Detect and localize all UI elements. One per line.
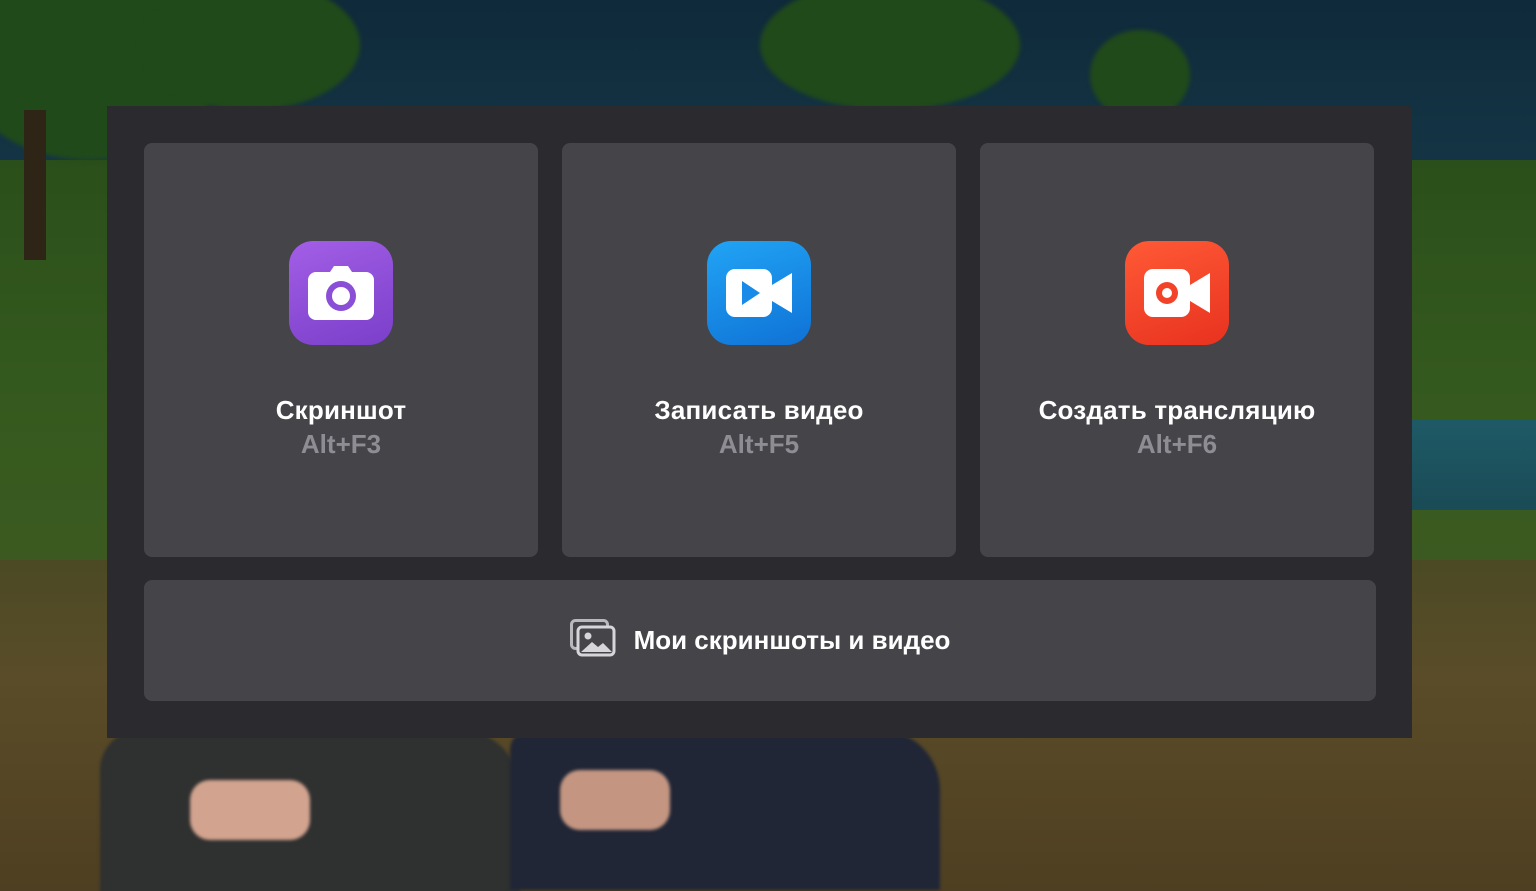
gallery-label: Мои скриншоты и видео <box>633 625 951 655</box>
record-video-tile[interactable]: Записать видео Alt+F5 <box>562 143 956 557</box>
broadcast-camera-icon <box>1125 241 1229 345</box>
my-screenshots-videos-button[interactable]: Мои скриншоты и видео <box>144 580 1376 701</box>
background-character-arm <box>190 780 310 840</box>
screenshot-shortcut: Alt+F3 <box>300 429 382 459</box>
broadcast-shortcut: Alt+F6 <box>1136 429 1218 459</box>
video-camera-icon <box>707 241 811 345</box>
capture-menu-panel: Скриншот Alt+F3 Записать видео Alt+F5 Со… <box>107 106 1412 738</box>
screenshot-tile[interactable]: Скриншот Alt+F3 <box>144 143 538 557</box>
screenshot-title: Скриншот <box>275 395 407 425</box>
background-tree-trunk <box>24 110 46 260</box>
background-character-arm <box>560 770 670 830</box>
camera-icon <box>289 241 393 345</box>
broadcast-title: Создать трансляцию <box>1038 395 1316 425</box>
broadcast-tile[interactable]: Создать трансляцию Alt+F6 <box>980 143 1374 557</box>
background-character <box>100 730 520 891</box>
record-video-shortcut: Alt+F5 <box>718 429 800 459</box>
record-video-title: Записать видео <box>654 395 864 425</box>
gallery-icon <box>569 619 616 662</box>
